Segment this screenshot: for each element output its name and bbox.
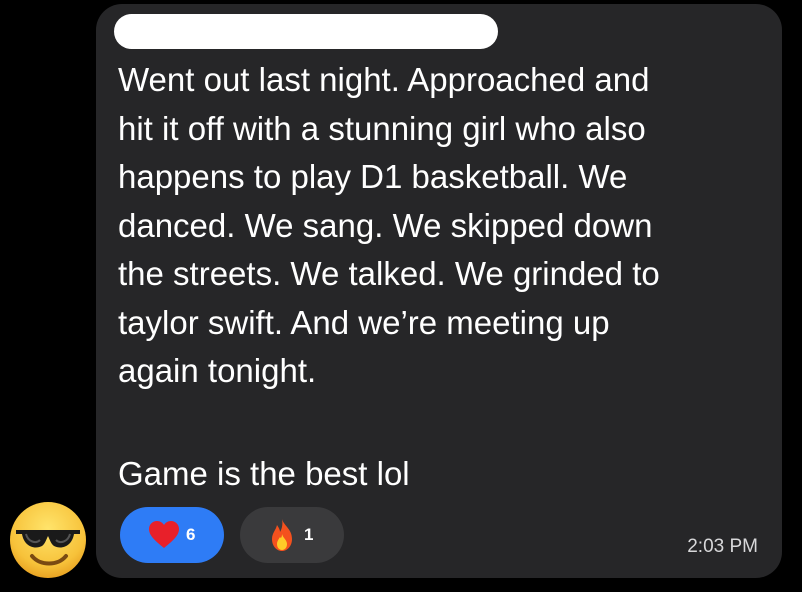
- heart-icon: [146, 517, 182, 553]
- message-bubble[interactable]: Went out last night. Approached and hit …: [96, 4, 782, 578]
- chat-screen: Went out last night. Approached and hit …: [0, 0, 802, 592]
- reaction-fire-button[interactable]: 1: [240, 507, 344, 563]
- reaction-heart-button[interactable]: 6: [120, 507, 224, 563]
- reaction-fire-count: 1: [304, 525, 314, 544]
- fire-icon: [264, 517, 300, 553]
- message-signoff: Game is the best lol: [118, 455, 410, 492]
- message-timestamp: 2:03 PM: [687, 536, 758, 557]
- sender-avatar[interactable]: [6, 496, 90, 580]
- reaction-heart-count: 6: [186, 525, 196, 544]
- sender-name-redaction: [114, 14, 498, 49]
- message-body: Went out last night. Approached and hit …: [118, 61, 660, 389]
- sunglasses-face-icon: [10, 502, 86, 578]
